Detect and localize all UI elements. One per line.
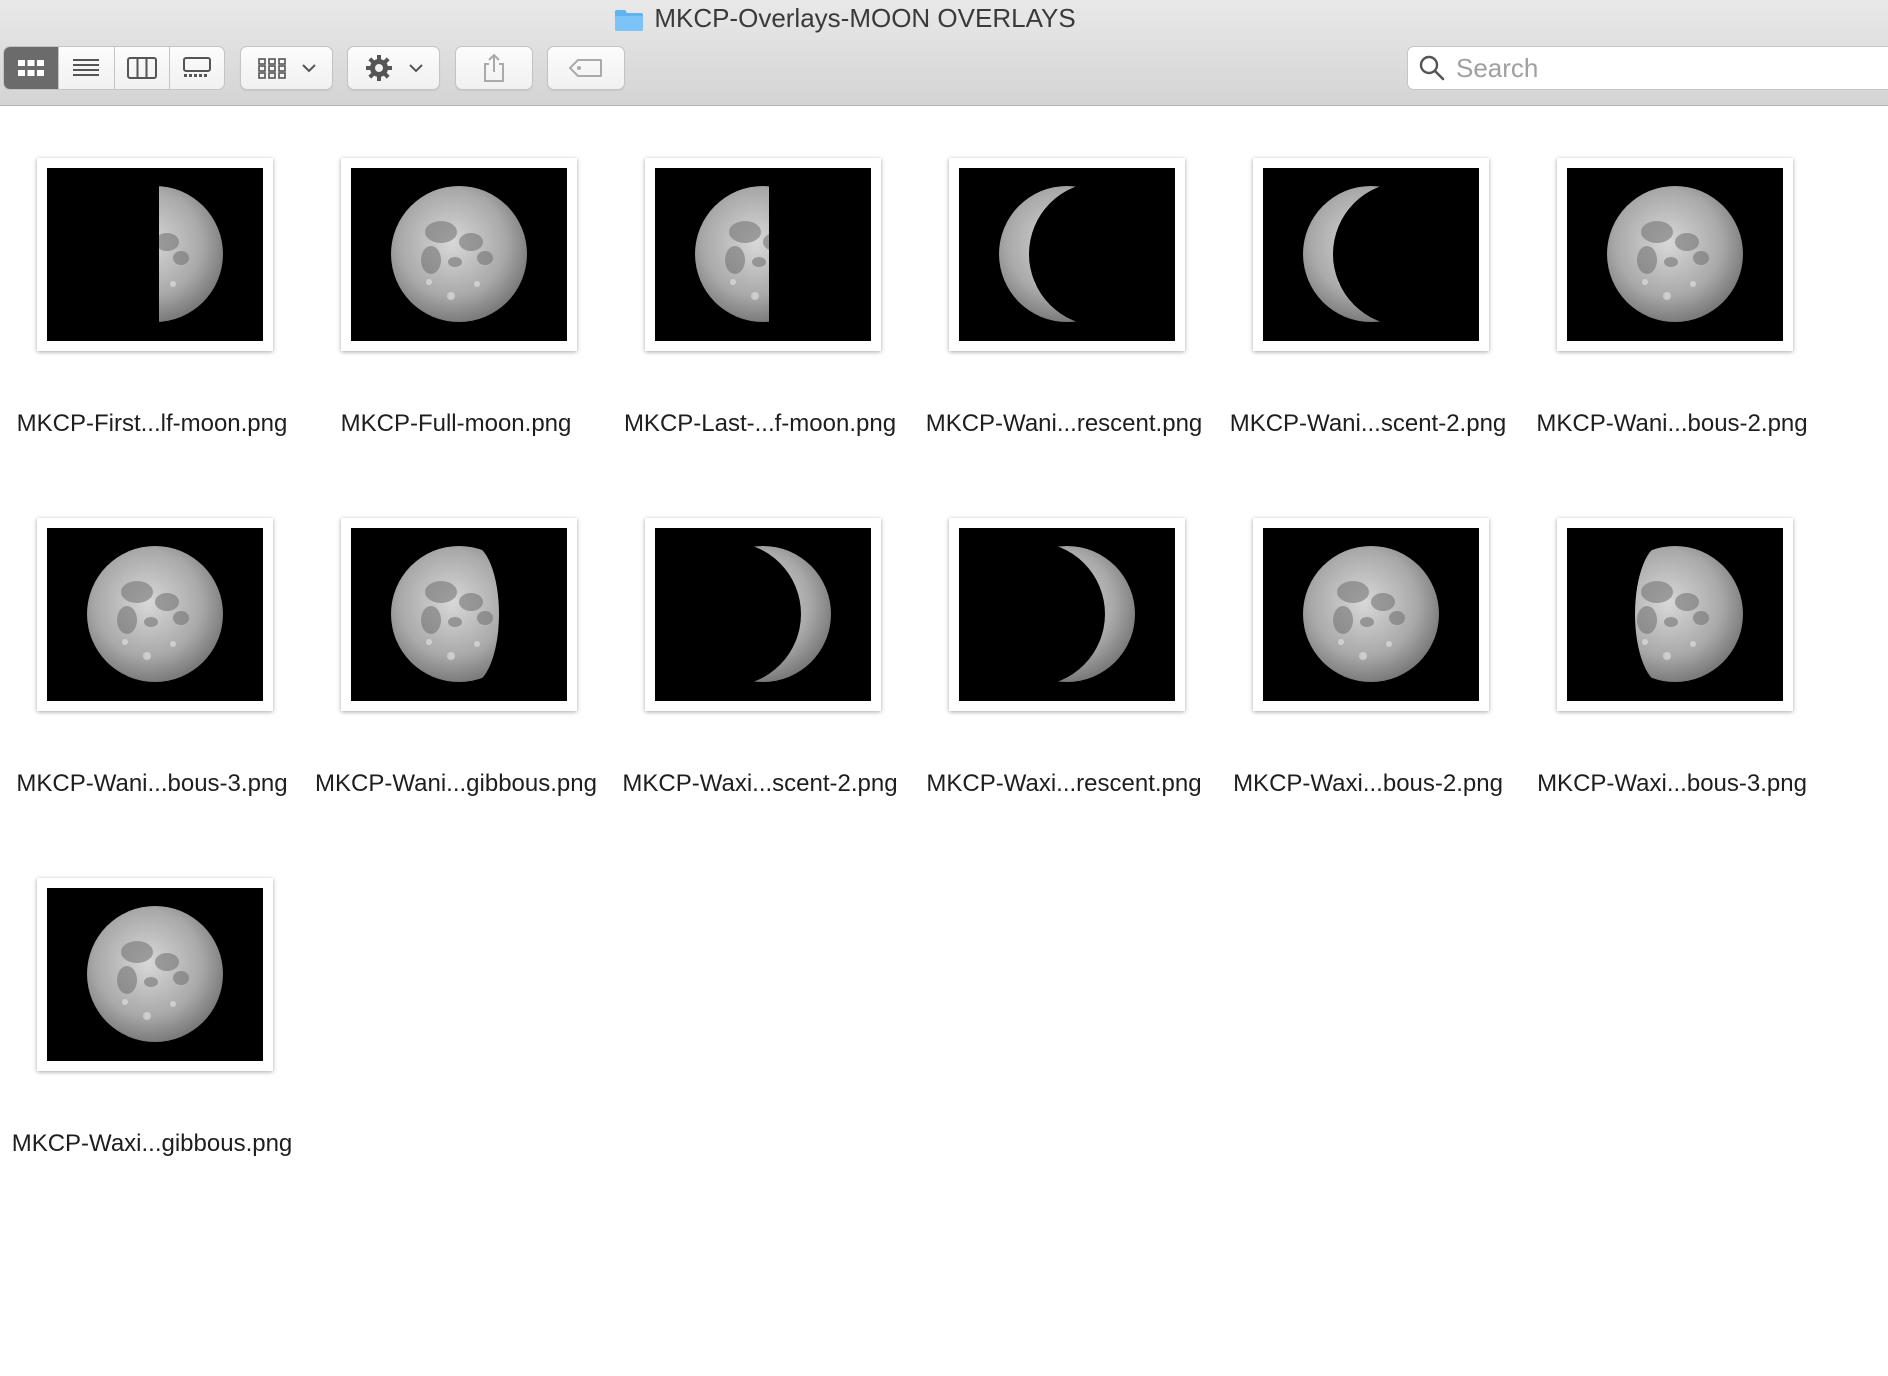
- file-item[interactable]: MKCP-First...lf-moon.png: [0, 106, 304, 466]
- file-thumbnail[interactable]: [645, 158, 881, 351]
- search-field[interactable]: [1407, 46, 1888, 90]
- file-thumbnail[interactable]: [37, 878, 273, 1071]
- file-thumbnail[interactable]: [1557, 158, 1793, 351]
- file-item[interactable]: MKCP-Full-moon.png: [304, 106, 608, 466]
- file-thumbnail[interactable]: [949, 158, 1185, 351]
- file-thumbnail[interactable]: [949, 518, 1185, 711]
- file-name-label[interactable]: MKCP-Wani...bous-3.png: [0, 770, 314, 798]
- tag-button[interactable]: [547, 46, 625, 90]
- file-item[interactable]: MKCP-Waxi...bous-2.png: [1216, 466, 1520, 826]
- file-item[interactable]: MKCP-Last-...f-moon.png: [608, 106, 912, 466]
- moon-image: [959, 168, 1175, 341]
- file-thumbnail[interactable]: [341, 158, 577, 351]
- file-name-label[interactable]: MKCP-Wani...bous-2.png: [1510, 410, 1834, 438]
- gallery-view-icon: [182, 57, 211, 77]
- file-name-label[interactable]: MKCP-Waxi...rescent.png: [902, 770, 1226, 798]
- finder-window: MKCP-Overlays-MOON OVERLAYS Search MKCP-…: [0, 0, 1888, 1376]
- file-name-label[interactable]: MKCP-Wani...gibbous.png: [294, 770, 618, 798]
- file-name-label[interactable]: MKCP-Waxi...gibbous.png: [0, 1130, 314, 1158]
- moon-image: [1263, 168, 1479, 341]
- file-icon-grid: MKCP-First...lf-moon.png MKCP-Full-moon.p…: [0, 106, 1888, 1376]
- file-item[interactable]: MKCP-Waxi...bous-3.png: [1520, 466, 1824, 826]
- file-name-label[interactable]: MKCP-Waxi...bous-2.png: [1206, 770, 1530, 798]
- gear-icon: [365, 55, 392, 81]
- action-menu-button[interactable]: [347, 46, 440, 90]
- list-view-icon: [73, 59, 100, 76]
- file-item[interactable]: MKCP-Waxi...scent-2.png: [608, 466, 912, 826]
- file-thumbnail[interactable]: [341, 518, 577, 711]
- column-view-icon: [126, 57, 157, 79]
- file-item[interactable]: MKCP-Wani...scent-2.png: [1216, 106, 1520, 466]
- file-name-label[interactable]: MKCP-Waxi...scent-2.png: [598, 770, 922, 798]
- share-icon: [484, 53, 504, 82]
- file-item[interactable]: MKCP-Waxi...gibbous.png: [0, 826, 304, 1186]
- file-item[interactable]: MKCP-Wani...rescent.png: [912, 106, 1216, 466]
- moon-image: [47, 168, 263, 341]
- file-name-label[interactable]: MKCP-Last-...f-moon.png: [598, 410, 922, 438]
- group-grid-icon: [257, 58, 286, 79]
- file-name-label[interactable]: MKCP-Waxi...bous-3.png: [1510, 770, 1834, 798]
- gallery-view-button[interactable]: [170, 47, 224, 89]
- file-item[interactable]: MKCP-Wani...bous-3.png: [0, 466, 304, 826]
- file-name-label[interactable]: MKCP-Wani...rescent.png: [902, 410, 1226, 438]
- moon-image: [1263, 528, 1479, 701]
- moon-image: [47, 528, 263, 701]
- file-thumbnail[interactable]: [1253, 158, 1489, 351]
- search-input[interactable]: [1454, 51, 1858, 85]
- file-name-label[interactable]: MKCP-Wani...scent-2.png: [1206, 410, 1530, 438]
- moon-image: [47, 888, 263, 1061]
- moon-image: [959, 528, 1175, 701]
- moon-image: [351, 168, 567, 341]
- tag-icon: [569, 59, 602, 77]
- share-button[interactable]: [455, 46, 533, 90]
- moon-image: [1567, 168, 1783, 341]
- chevron-down-icon: [301, 64, 316, 73]
- moon-image: [655, 528, 871, 701]
- file-thumbnail[interactable]: [1557, 518, 1793, 711]
- search-icon: [1419, 55, 1445, 81]
- list-view-button[interactable]: [59, 47, 115, 89]
- file-name-label[interactable]: MKCP-First...lf-moon.png: [0, 410, 314, 438]
- icon-view-button[interactable]: [4, 47, 60, 89]
- view-mode-control: [3, 46, 225, 90]
- moon-image: [1567, 528, 1783, 701]
- moon-image: [351, 528, 567, 701]
- file-name-label[interactable]: MKCP-Full-moon.png: [294, 410, 618, 438]
- file-thumbnail[interactable]: [1253, 518, 1489, 711]
- file-thumbnail[interactable]: [37, 158, 273, 351]
- file-item[interactable]: MKCP-Wani...gibbous.png: [304, 466, 608, 826]
- toolbar: MKCP-Overlays-MOON OVERLAYS: [0, 0, 1888, 106]
- folder-icon: [614, 8, 644, 31]
- window-title-bar: MKCP-Overlays-MOON OVERLAYS: [0, 3, 1690, 34]
- icon-view-icon: [18, 60, 45, 76]
- moon-image: [655, 168, 871, 341]
- file-thumbnail[interactable]: [645, 518, 881, 711]
- column-view-button[interactable]: [115, 47, 170, 89]
- file-item[interactable]: MKCP-Wani...bous-2.png: [1520, 106, 1824, 466]
- group-by-button[interactable]: [240, 46, 333, 90]
- file-thumbnail[interactable]: [37, 518, 273, 711]
- file-item[interactable]: MKCP-Waxi...rescent.png: [912, 466, 1216, 826]
- window-title: MKCP-Overlays-MOON OVERLAYS: [654, 3, 1076, 33]
- chevron-down-icon: [408, 64, 423, 73]
